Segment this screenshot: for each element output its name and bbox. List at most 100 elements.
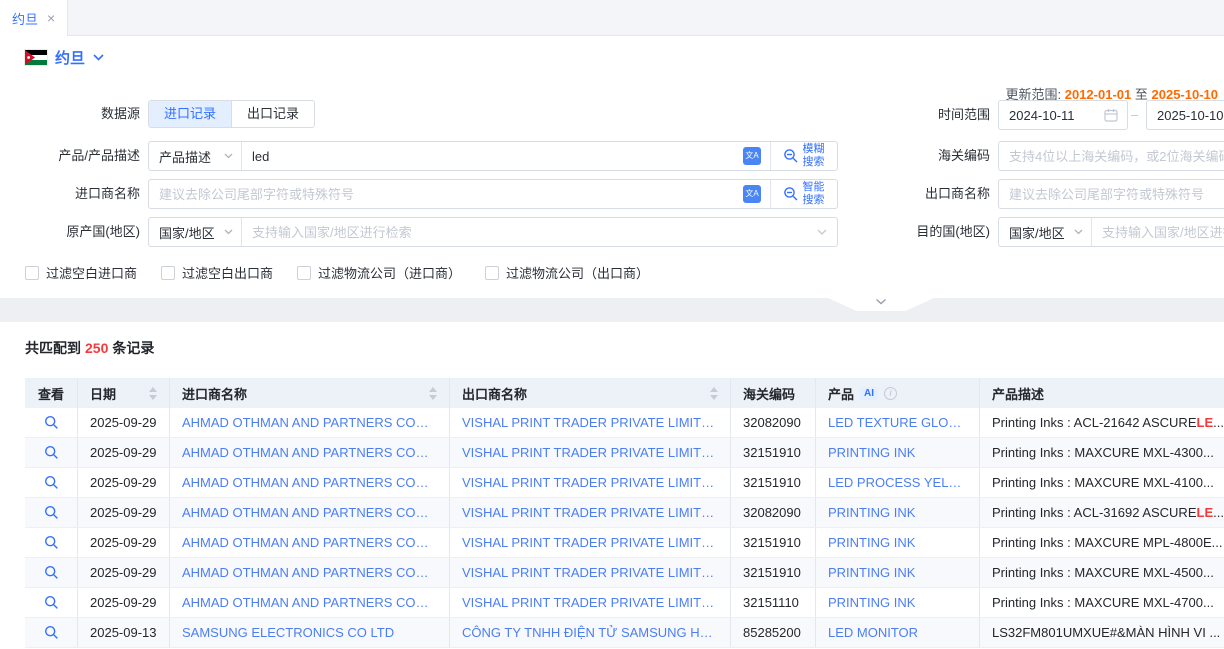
destination-input[interactable] [1092, 218, 1224, 246]
checkbox[interactable] [25, 266, 39, 280]
hs-code-input[interactable] [999, 142, 1224, 170]
view-record-button[interactable] [44, 625, 59, 640]
product-link[interactable]: LED PROCESS YELLOW... [828, 475, 967, 490]
exporter-link[interactable]: VISHAL PRINT TRADER PRIVATE LIMITED [462, 565, 718, 580]
count-number: 250 [81, 340, 112, 356]
date-start-value[interactable] [999, 101, 1104, 129]
product-link[interactable]: PRINTING INK [828, 445, 915, 460]
col-product: 产品 AI i [816, 378, 980, 408]
col-date[interactable]: 日期 [78, 378, 170, 408]
datasource-toggle: 进口记录 出口记录 [148, 100, 315, 128]
exporter-link[interactable]: VISHAL PRINT TRADER PRIVATE LIMITED [462, 445, 718, 460]
checkbox-label: 过滤空白进口商 [46, 263, 137, 282]
description-cell: Printing Inks : MAXCURE MPL-4800E... [980, 528, 1224, 557]
importer-link[interactable]: SAMSUNG ELECTRONICS CO LTD [182, 625, 394, 640]
col-exporter-label: 出口商名称 [462, 384, 527, 403]
close-icon[interactable]: × [47, 11, 55, 25]
checkbox[interactable] [161, 266, 175, 280]
exporter-link[interactable]: VISHAL PRINT TRADER PRIVATE LIMITED [462, 475, 718, 490]
count-suffix: 条记录 [112, 340, 154, 356]
description-cell: Printing Inks : MAXCURE MXL-4500... [980, 558, 1224, 587]
filter-checkbox-item[interactable]: 过滤空白出口商 [161, 263, 273, 282]
view-cell [25, 498, 78, 527]
product-link[interactable]: LED TEXTURE GLOSS ... [828, 415, 967, 430]
exporter-link[interactable]: VISHAL PRINT TRADER PRIVATE LIMITED [462, 505, 718, 520]
col-importer[interactable]: 进口商名称 [170, 378, 450, 408]
importer-link[interactable]: AHMAD OTHMAN AND PARTNERS COMPA... [182, 415, 437, 430]
exporter-link[interactable]: VISHAL PRINT TRADER PRIVATE LIMITED [462, 535, 718, 550]
chevron-down-icon [93, 54, 104, 61]
importer-input[interactable] [149, 180, 743, 208]
date-end-value[interactable] [1147, 101, 1224, 129]
origin-label: 原产国(地区) [0, 217, 140, 247]
chevron-down-icon [817, 229, 827, 235]
calendar-icon[interactable] [1104, 108, 1118, 122]
fuzzy-search-button[interactable]: 模糊搜索 [771, 142, 837, 170]
table-row: 2025-09-29 AHMAD OTHMAN AND PARTNERS COM… [25, 408, 1224, 438]
date-cell: 2025-09-29 [78, 588, 170, 617]
sort-icon[interactable] [149, 387, 157, 400]
hs-code-field[interactable] [998, 141, 1224, 171]
product-type-select[interactable]: 产品描述 [149, 147, 241, 166]
checkbox[interactable] [485, 266, 499, 280]
sort-icon[interactable] [710, 387, 718, 400]
exporter-link[interactable]: CÔNG TY TNHH ĐIỆN TỬ SAMSUNG HCMC... [462, 625, 718, 640]
importer-link[interactable]: AHMAD OTHMAN AND PARTNERS COMPA... [182, 445, 437, 460]
origin-input[interactable] [242, 218, 817, 246]
view-record-button[interactable] [44, 535, 59, 550]
datasource-export-button[interactable]: 出口记录 [231, 101, 314, 127]
info-icon[interactable]: i [884, 387, 897, 400]
country-selector[interactable]: 约旦 [25, 36, 104, 78]
filter-checkbox-item[interactable]: 过滤空白进口商 [25, 263, 137, 282]
product-link[interactable]: PRINTING INK [828, 595, 915, 610]
origin-type-select[interactable]: 国家/地区 [149, 223, 241, 242]
filter-checkbox-item[interactable]: 过滤物流公司（进口商） [297, 263, 461, 282]
translate-icon[interactable]: 文A [743, 147, 761, 165]
exporter-field[interactable] [998, 179, 1224, 209]
product-link[interactable]: PRINTING INK [828, 565, 915, 580]
view-record-button[interactable] [44, 475, 59, 490]
exporter-link[interactable]: VISHAL PRINT TRADER PRIVATE LIMITED [462, 415, 718, 430]
hs-code-cell: 85285200 [731, 618, 816, 647]
view-record-button[interactable] [44, 415, 59, 430]
datasource-import-button[interactable]: 进口记录 [149, 101, 231, 127]
view-cell [25, 588, 78, 617]
product-link[interactable]: LED MONITOR [828, 625, 918, 640]
date-cell: 2025-09-13 [78, 618, 170, 647]
importer-link[interactable]: AHMAD OTHMAN AND PARTNERS COMPA... [182, 475, 437, 490]
date-end-input[interactable] [1146, 100, 1224, 130]
tab-jordan[interactable]: 约旦 × [0, 0, 68, 36]
view-record-button[interactable] [44, 565, 59, 580]
product-search-input[interactable] [242, 142, 743, 170]
table-row: 2025-09-29 AHMAD OTHMAN AND PARTNERS COM… [25, 528, 1224, 558]
importer-link[interactable]: AHMAD OTHMAN AND PARTNERS COMPA... [182, 565, 437, 580]
importer-link[interactable]: AHMAD OTHMAN AND PARTNERS COMPA... [182, 505, 437, 520]
checkbox[interactable] [297, 266, 311, 280]
view-record-button[interactable] [44, 595, 59, 610]
description-cell: Printing Inks : MAXCURE MXL-4700... [980, 588, 1224, 617]
table-body: 2025-09-29 AHMAD OTHMAN AND PARTNERS COM… [25, 408, 1224, 648]
hs-code-cell: 32151910 [731, 438, 816, 467]
importer-link[interactable]: AHMAD OTHMAN AND PARTNERS COMPA... [182, 535, 437, 550]
destination-type-select[interactable]: 国家/地区 [999, 223, 1091, 242]
product-link[interactable]: PRINTING INK [828, 505, 915, 520]
smart-search-button[interactable]: 智能搜索 [771, 180, 837, 208]
date-start-input[interactable] [998, 100, 1128, 130]
col-exporter[interactable]: 出口商名称 [450, 378, 731, 408]
filter-checkbox-item[interactable]: 过滤物流公司（出口商） [485, 263, 649, 282]
translate-icon[interactable]: 文A [743, 185, 761, 203]
product-search-group: 产品描述 文A 模糊搜索 [148, 141, 838, 171]
sort-icon[interactable] [429, 387, 437, 400]
view-record-button[interactable] [44, 505, 59, 520]
hs-code-label: 海关编码 [845, 141, 990, 171]
view-record-button[interactable] [44, 445, 59, 460]
importer-link[interactable]: AHMAD OTHMAN AND PARTNERS COMPA... [182, 595, 437, 610]
collapse-panel-toggle[interactable] [828, 298, 934, 311]
exporter-input[interactable] [999, 180, 1224, 208]
date-cell: 2025-09-29 [78, 528, 170, 557]
exporter-link[interactable]: VISHAL PRINT TRADER PRIVATE LIMITED [462, 595, 718, 610]
col-hs-code: 海关编码 [731, 378, 816, 408]
date-cell: 2025-09-29 [78, 468, 170, 497]
product-link[interactable]: PRINTING INK [828, 535, 915, 550]
origin-type-value: 国家/地区 [159, 223, 215, 242]
